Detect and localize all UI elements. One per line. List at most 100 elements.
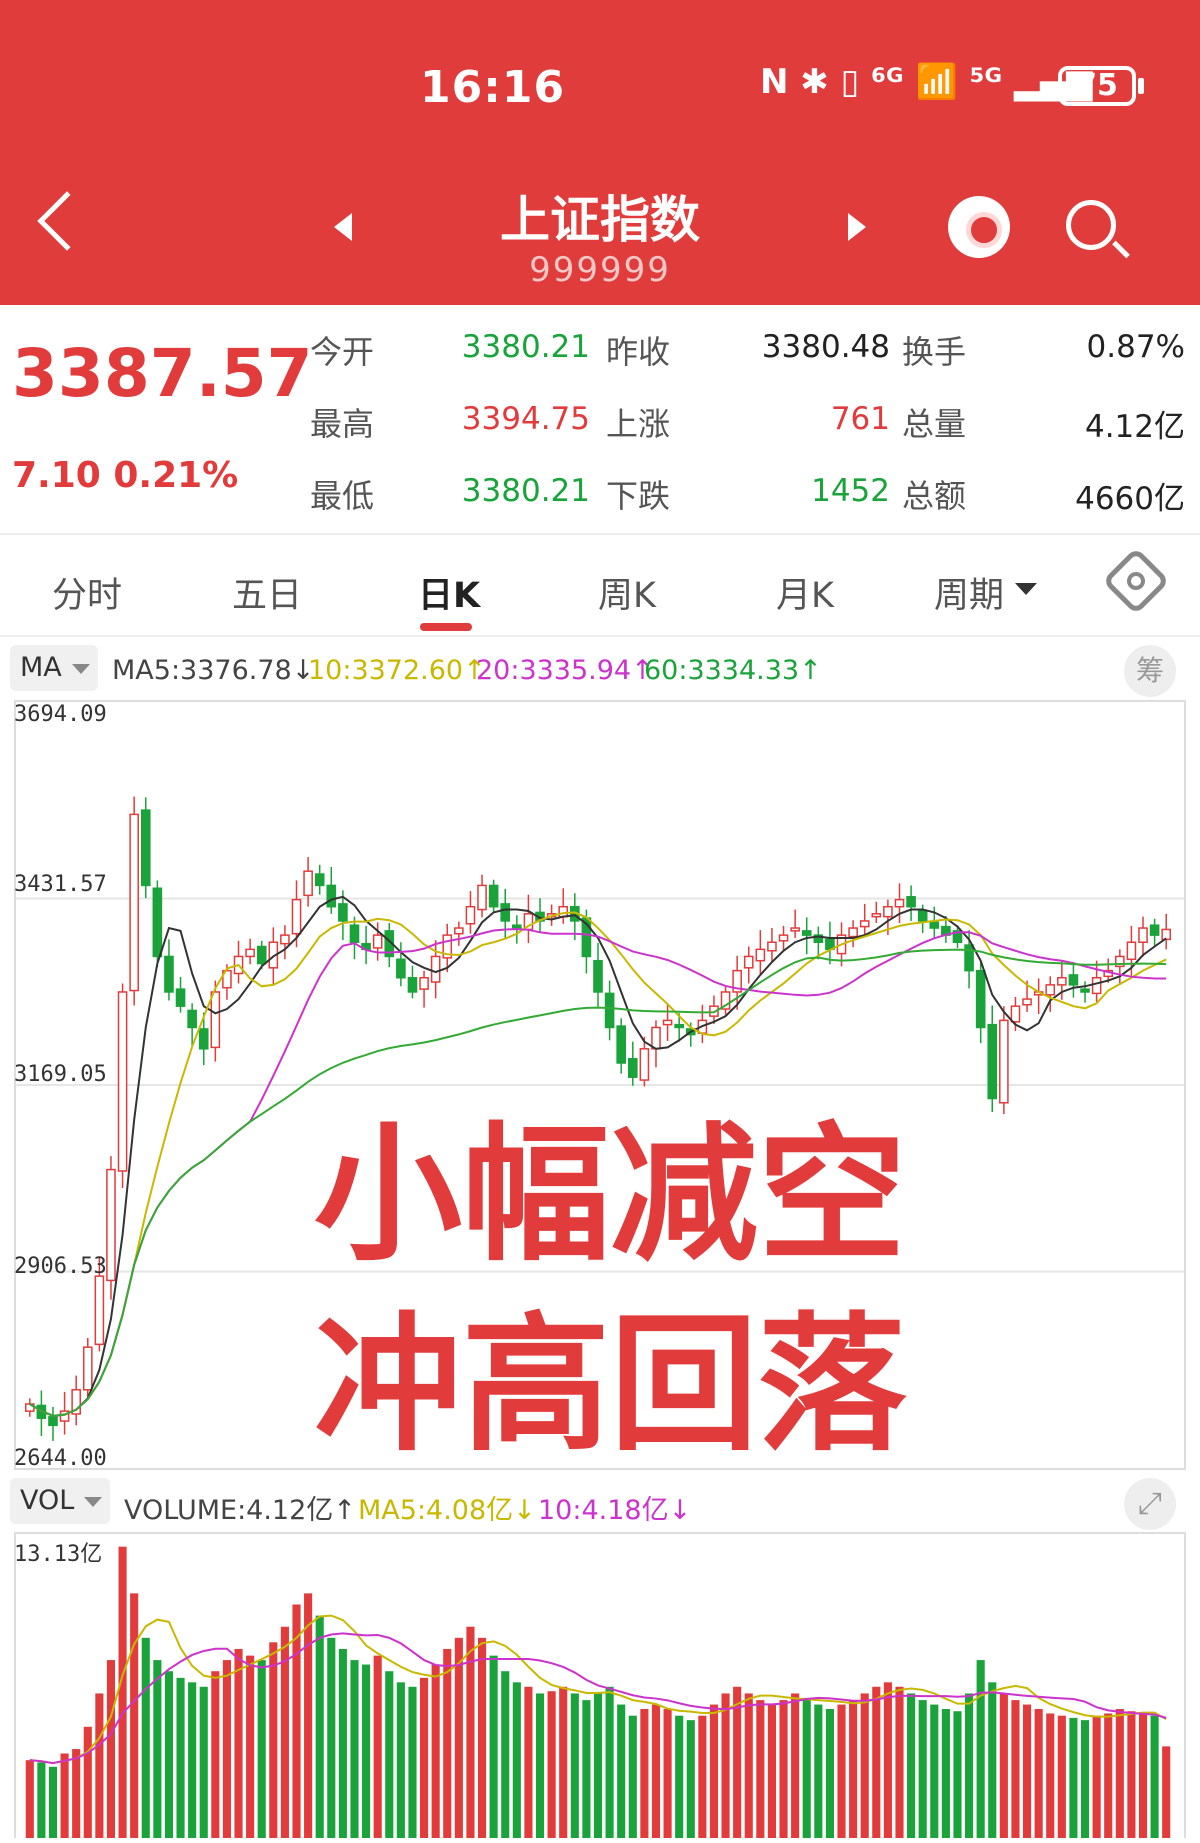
chevron-down-icon[interactable] (1015, 583, 1037, 595)
candle-body (1091, 977, 1102, 995)
candle-body (94, 1275, 105, 1346)
volume-bar (802, 1697, 811, 1838)
candle-body (349, 924, 360, 943)
candle-body (477, 884, 487, 911)
volume-bar (25, 1760, 34, 1838)
overlay-caption: 小幅减空 冲高回落 (250, 1100, 970, 1480)
candle-body (1126, 941, 1137, 961)
volume-bar (593, 1693, 603, 1838)
volume-bar (779, 1700, 788, 1838)
candle-body (488, 884, 499, 908)
candle-body (1080, 988, 1090, 993)
volume-bar (895, 1686, 904, 1838)
volume-bar (246, 1655, 255, 1838)
prev-stock-icon[interactable] (334, 213, 352, 241)
volume-bar (176, 1677, 185, 1838)
volume-bar (37, 1762, 46, 1838)
ma60-value: 60:3334.33↑ (644, 655, 822, 686)
candle-body (674, 1023, 684, 1029)
back-icon[interactable] (37, 191, 97, 251)
volume-bar (477, 1637, 487, 1838)
ma5-value: MA5:3376.78↓ (112, 655, 315, 686)
volume-bar (872, 1686, 881, 1838)
settings-icon[interactable] (1102, 547, 1170, 615)
y-tick-label: 3431.57 (14, 872, 107, 897)
candle-body (117, 991, 128, 1172)
volume-bar (756, 1700, 765, 1838)
battery-icon: 75 (1058, 66, 1136, 106)
volume-bar (1011, 1700, 1020, 1838)
volume-chart[interactable] (14, 1532, 1186, 1838)
next-stock-icon[interactable] (848, 213, 866, 241)
volume-svg (25, 1546, 1171, 1838)
amount-value: 4660亿 (1075, 481, 1185, 517)
volume-bar (373, 1655, 382, 1838)
candle-body (338, 903, 348, 922)
volume-bar (234, 1648, 243, 1838)
candle-body (396, 958, 406, 979)
candle-body (801, 930, 812, 936)
y-tick-label: 2644.00 (14, 1446, 107, 1471)
volume-bar (686, 1720, 695, 1838)
stock-code: 999999 (529, 250, 671, 290)
volume-bar (199, 1686, 208, 1838)
overlay-line-1: 小幅减空 (309, 1104, 911, 1286)
candle-body (906, 896, 916, 908)
volume-bar (1138, 1713, 1148, 1838)
volume-bar (837, 1704, 846, 1838)
amount-label: 总额 (902, 477, 967, 515)
candle-body (639, 1048, 650, 1081)
volume-bar (999, 1693, 1008, 1838)
prev-close-label: 昨收 (606, 333, 671, 371)
expand-icon[interactable]: ⤢ (1124, 1478, 1176, 1530)
quote-panel: 3387.57 7.10 0.21% 今开 3380.21 昨收 3380.48… (0, 305, 1200, 535)
candle-body (129, 813, 139, 992)
candle-body (767, 941, 777, 952)
search-icon[interactable] (1066, 200, 1116, 250)
tab-daily-k[interactable]: 日K (418, 567, 480, 618)
candle-body (755, 948, 766, 962)
volume-bar (605, 1686, 614, 1838)
volume-bar (327, 1637, 336, 1838)
open-label: 今开 (310, 333, 375, 371)
volume-bar (825, 1709, 834, 1838)
volume-bar (535, 1693, 545, 1838)
chevron-down-icon[interactable] (72, 664, 90, 674)
candle-body (407, 977, 418, 993)
candle-body (1068, 974, 1079, 986)
volume-bar (420, 1677, 429, 1838)
volume-bar (164, 1671, 174, 1838)
tab-monthly-k[interactable]: 月K (776, 567, 834, 618)
volume-bar (651, 1704, 661, 1838)
tab-intraday[interactable]: 分时 (52, 567, 122, 618)
open-value: 3380.21 (461, 329, 590, 365)
candle-body (871, 913, 882, 918)
tab-period[interactable]: 周期 (934, 567, 1004, 618)
up-count-value: 761 (830, 401, 890, 437)
candle-body (1161, 928, 1172, 941)
tab-weekly-k[interactable]: 周K (598, 567, 656, 618)
y-tick-label: 3169.05 (14, 1062, 107, 1087)
candle-body (743, 955, 754, 969)
volume-bar (570, 1693, 579, 1838)
candle-body (848, 927, 858, 938)
volume-bar (767, 1704, 776, 1838)
volume-bar (1069, 1717, 1078, 1838)
candle-body (198, 1028, 209, 1050)
candle-body (917, 910, 928, 922)
volume-bar (153, 1660, 162, 1838)
volume-bar (883, 1682, 892, 1838)
volume-bar (617, 1704, 626, 1838)
prev-close-value: 3380.48 (761, 329, 890, 365)
volume-bar (988, 1682, 997, 1838)
low-value: 3380.21 (461, 473, 590, 509)
candle-body (326, 884, 337, 908)
volume-bar (72, 1749, 81, 1838)
volume-bar (385, 1671, 394, 1838)
volume-bar (976, 1660, 985, 1838)
volume-bar (849, 1700, 858, 1838)
chevron-down-icon[interactable] (84, 1497, 102, 1507)
assistant-icon[interactable] (948, 196, 1010, 258)
chip-distribution-icon[interactable]: 筹 (1124, 645, 1176, 697)
tab-five-day[interactable]: 五日 (232, 567, 302, 618)
